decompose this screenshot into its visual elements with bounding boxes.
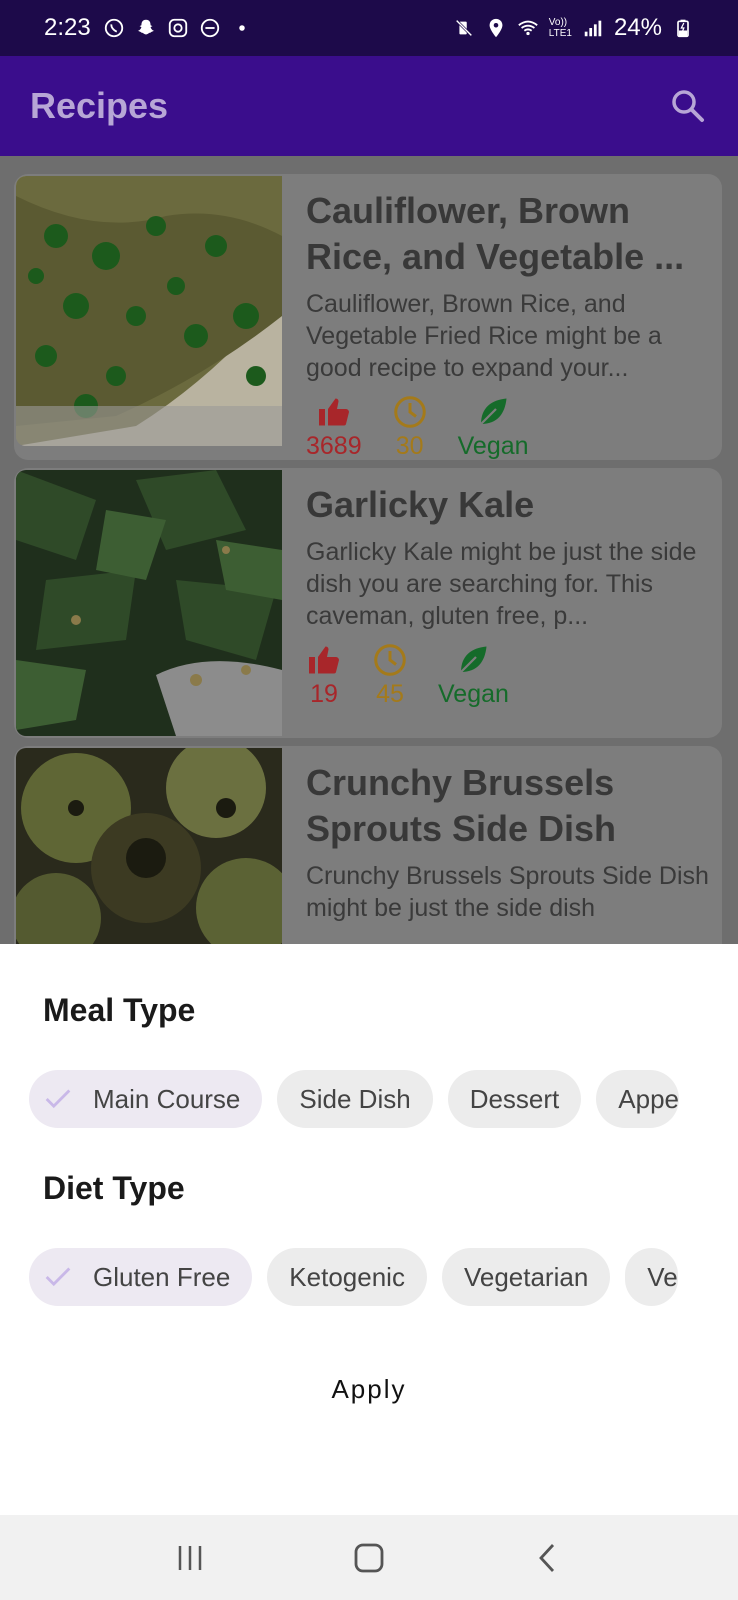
volte-icon: Vo)) LTE1 <box>549 17 572 39</box>
meal-type-chip-group[interactable]: Main Course Side Dish Dessert Appe <box>29 1070 709 1130</box>
signal-icon <box>582 17 604 39</box>
recipe-stats: 19 45 Vegan <box>306 642 712 709</box>
time-minutes: 30 <box>395 432 424 460</box>
chip-label: Ketogenic <box>289 1261 405 1292</box>
page-title: Recipes <box>30 85 169 126</box>
chip-ketogenic[interactable]: Ketogenic <box>267 1248 427 1306</box>
time-stat: 30 <box>392 394 428 460</box>
chip-appetizer[interactable]: Appe <box>596 1070 679 1128</box>
chip-vegetarian[interactable]: Vegetarian <box>441 1248 611 1306</box>
recents-icon <box>178 1545 201 1570</box>
diet-label: Vegan <box>457 432 529 460</box>
app-bar: Recipes <box>0 56 738 156</box>
recipe-stats: 3689 30 Vegan <box>306 394 712 460</box>
recipe-image <box>16 176 282 446</box>
battery-percent: 24% <box>613 14 662 41</box>
back-button[interactable] <box>528 1538 568 1578</box>
apply-button[interactable]: Apply <box>0 1374 738 1405</box>
recipe-card[interactable]: Crunchy Brussels Sprouts Side Dish Crunc… <box>14 746 722 944</box>
snapchat-icon <box>135 17 157 39</box>
recipe-description: Garlicky Kale might be just the side dis… <box>306 538 697 630</box>
chip-label: Gluten Free <box>93 1261 231 1292</box>
diet-stat: Vegan <box>438 642 509 709</box>
chip-vegan[interactable]: Ve <box>625 1248 678 1306</box>
recipe-card[interactable]: Cauliflower, Brown Rice, and Vegetable .… <box>14 174 722 460</box>
leaf-icon <box>480 398 507 425</box>
check-icon <box>45 1267 71 1287</box>
dnd-icon <box>199 17 221 39</box>
check-icon <box>45 1089 71 1109</box>
recipe-title: Garlicky Kale <box>306 484 535 525</box>
whatsapp-icon <box>103 17 125 39</box>
chip-label: Ve <box>647 1261 678 1292</box>
mute-vibrate-icon <box>453 17 475 39</box>
chip-label: Side Dish <box>299 1083 411 1114</box>
likes-stat: 3689 <box>306 394 362 460</box>
recipe-image <box>16 748 282 944</box>
lte-label: LTE1 <box>548 28 572 39</box>
thumbs-up-icon <box>318 398 349 426</box>
clock-icon <box>393 396 426 428</box>
time-minutes: 45 <box>376 680 404 708</box>
home-button[interactable] <box>349 1538 389 1578</box>
system-nav-bar <box>0 1515 738 1600</box>
recipe-description: Crunchy Brussels Sprouts Side Dish might… <box>306 862 709 922</box>
likes-count: 3689 <box>306 432 362 460</box>
status-bar: 2:23 Vo)) LTE1 24% <box>0 0 738 56</box>
recipe-list[interactable]: Cauliflower, Brown Rice, and Vegetable .… <box>0 156 738 944</box>
time-stat: 45 <box>372 642 408 709</box>
diet-stat: Vegan <box>458 394 529 460</box>
volte-label: Vo)) <box>548 17 568 28</box>
diet-label: Vegan <box>438 680 509 708</box>
recipe-card[interactable]: Garlicky Kale Garlicky Kale might be jus… <box>14 468 722 738</box>
chip-label: Vegetarian <box>463 1261 589 1292</box>
likes-stat: 19 <box>306 642 342 709</box>
chip-side-dish[interactable]: Side Dish <box>277 1070 433 1128</box>
diet-type-heading: Diet Type <box>43 1170 185 1206</box>
home-icon <box>354 1543 384 1572</box>
wifi-icon <box>517 17 539 39</box>
search-icon[interactable] <box>668 86 708 126</box>
chip-dessert[interactable]: Dessert <box>447 1070 582 1128</box>
recipe-description: Cauliflower, Brown Rice, and Vegetable F… <box>306 290 662 382</box>
chip-label: Dessert <box>469 1083 560 1114</box>
meal-type-heading: Meal Type <box>43 992 196 1028</box>
chip-main-course[interactable]: Main Course <box>29 1070 263 1128</box>
dot-icon <box>231 17 253 39</box>
back-icon <box>539 1543 555 1572</box>
battery-charging-icon <box>672 17 694 39</box>
thumbs-up-icon <box>309 646 339 674</box>
chip-label: Appe <box>618 1083 679 1114</box>
leaf-icon <box>460 646 487 673</box>
likes-count: 19 <box>310 680 338 708</box>
recipe-title: Crunchy Brussels Sprouts Side Dish <box>306 762 617 849</box>
filter-bottom-sheet: Meal Type Main Course Side Dish Dessert … <box>0 944 738 1515</box>
clock-icon <box>374 644 406 676</box>
recents-button[interactable] <box>170 1538 210 1578</box>
diet-type-chip-group[interactable]: Gluten Free Ketogenic Vegetarian Ve <box>29 1248 709 1308</box>
instagram-icon <box>167 17 189 39</box>
chip-label: Main Course <box>93 1083 241 1114</box>
location-icon <box>485 17 507 39</box>
chip-gluten-free[interactable]: Gluten Free <box>29 1248 253 1306</box>
status-time: 2:23 <box>44 14 91 41</box>
recipe-image <box>16 470 282 736</box>
recipe-title: Cauliflower, Brown Rice, and Vegetable .… <box>306 190 685 277</box>
